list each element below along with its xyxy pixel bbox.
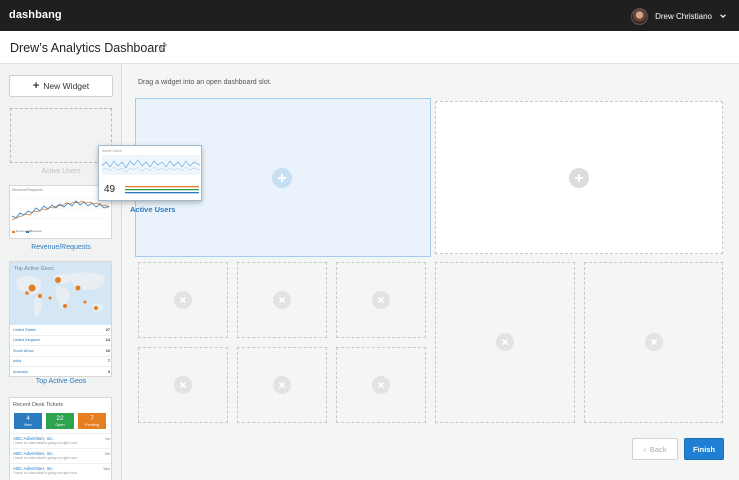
pencil-icon[interactable]	[158, 42, 168, 52]
user-name[interactable]: Drew Christiano	[655, 12, 712, 21]
ticket-time: 5m	[105, 452, 110, 456]
geo-list: United States 27 United Kingdom 14 South A…	[10, 325, 111, 376]
dashboard-slot-unavailable	[138, 347, 228, 423]
user-avatar[interactable]	[631, 7, 649, 25]
finish-label: Finish	[692, 444, 716, 454]
tickets-title: Recent Desk Tickets	[13, 402, 64, 408]
geos-widget-title: Top Active Geos	[14, 266, 54, 272]
ticket-count-open: 22 Open	[46, 413, 74, 429]
top-bar: dashbang Drew Christiano	[0, 0, 739, 31]
dashboard-slot-open[interactable]	[435, 101, 723, 254]
list-item: ABC Advertiser, Inc. I have no idea what…	[10, 448, 111, 463]
new-widget-label: New Widget	[43, 81, 90, 91]
ticket-list: ABC Advertiser, Inc. I have no idea what…	[10, 433, 111, 478]
geo-value: 14	[105, 338, 110, 343]
close-icon	[645, 333, 663, 351]
close-icon	[273, 291, 291, 309]
top-active-geos-widget[interactable]: Top Active Geos United States 27 United K…	[9, 261, 112, 377]
list-item: ABC Advertiser, Inc. I have no idea what…	[10, 433, 111, 448]
geo-name: United Kingdom	[13, 338, 41, 343]
geo-value: 7	[107, 359, 110, 364]
dashboard-slot-unavailable	[237, 347, 327, 423]
instruction-text: Drag a widget into an open dashboard slo…	[138, 79, 272, 86]
ticket-count-label: New	[24, 423, 32, 427]
back-label: Back	[649, 444, 667, 454]
geo-name: Australia	[13, 369, 28, 374]
ticket-count-num: 4	[26, 415, 30, 422]
ticket-message: I have no idea what's going on right now	[13, 471, 78, 475]
dragged-active-users-widget[interactable]: Active Users 49	[98, 145, 202, 201]
add-icon	[272, 168, 292, 188]
drag-widget-value: 49	[104, 184, 116, 195]
list-item: India 7	[10, 357, 111, 367]
dashboard-slot-unavailable	[138, 262, 228, 338]
widget-sidebar: + New Widget Active Users Revenue/Reques…	[0, 64, 122, 480]
ticket-count-num: 7	[90, 415, 94, 422]
new-widget-button[interactable]: + New Widget	[9, 75, 113, 97]
page-title: Drew’s Analytics Dashboard	[10, 41, 166, 55]
ticket-count-label: Pending	[85, 423, 99, 427]
recent-desk-tickets-widget[interactable]: Recent Desk Tickets 4 New 22 Open 7 Pend…	[9, 397, 112, 480]
dashboard-slot-unavailable	[584, 262, 723, 423]
geo-name: South Africa	[13, 348, 34, 353]
geo-value: 27	[105, 327, 110, 332]
ticket-time: 16m	[103, 467, 110, 471]
revenue-requests-label[interactable]: Revenue/Requests	[0, 244, 121, 251]
ticket-message: I have no idea what's going on right now	[13, 456, 78, 460]
list-item: United Kingdom 14	[10, 336, 111, 346]
chevron-left-icon: ‹	[643, 444, 646, 454]
finish-button[interactable]: Finish	[684, 438, 724, 460]
drag-widget-caption: Active Users	[130, 205, 176, 214]
active-users-placeholder	[10, 108, 112, 163]
list-item: United States 27	[10, 325, 111, 336]
list-item: South Africa 10	[10, 346, 111, 357]
user-menu[interactable]: Drew Christiano	[631, 6, 727, 26]
close-icon	[496, 333, 514, 351]
close-icon	[372, 376, 390, 394]
dashboard-slot-unavailable	[237, 262, 327, 338]
close-icon	[174, 291, 192, 309]
dashboard-slot-unavailable	[336, 262, 426, 338]
dashboard-slot-unavailable	[336, 347, 426, 423]
plus-icon: +	[32, 80, 40, 92]
close-icon	[273, 376, 291, 394]
add-icon	[569, 168, 589, 188]
revenue-legend-1: Requests	[30, 228, 42, 233]
ticket-counts: 4 New 22 Open 7 Pending	[14, 413, 106, 429]
ticket-count-num: 22	[56, 415, 64, 422]
ticket-count-label: Open	[55, 423, 65, 427]
ticket-message: I have no idea what's going on right now	[13, 441, 78, 445]
geo-name: United States	[13, 327, 36, 332]
close-icon	[372, 291, 390, 309]
page-header: Drew’s Analytics Dashboard	[0, 31, 739, 64]
geo-name: India	[13, 359, 22, 364]
list-item: ABC Advertiser, Inc. I have no idea what…	[10, 463, 111, 478]
revenue-requests-widget[interactable]: Revenue/Requests Revenue ($) Requests	[9, 185, 112, 239]
top-active-geos-label[interactable]: Top Active Geos	[0, 378, 121, 385]
ticket-count-pending: 7 Pending	[78, 413, 106, 429]
world-map: Top Active Geos	[10, 262, 111, 325]
close-icon	[174, 376, 192, 394]
back-button[interactable]: ‹ Back	[632, 438, 678, 460]
dashboard-slot-unavailable	[435, 262, 575, 423]
brand-logo[interactable]: dashbang	[9, 9, 62, 21]
chevron-down-icon[interactable]	[719, 12, 727, 20]
ticket-time: 1m	[105, 437, 110, 441]
ticket-count-new: 4 New	[14, 413, 42, 429]
geo-value: 10	[105, 348, 110, 353]
geo-value: 3	[107, 369, 110, 374]
list-item: Australia 3	[10, 367, 111, 376]
